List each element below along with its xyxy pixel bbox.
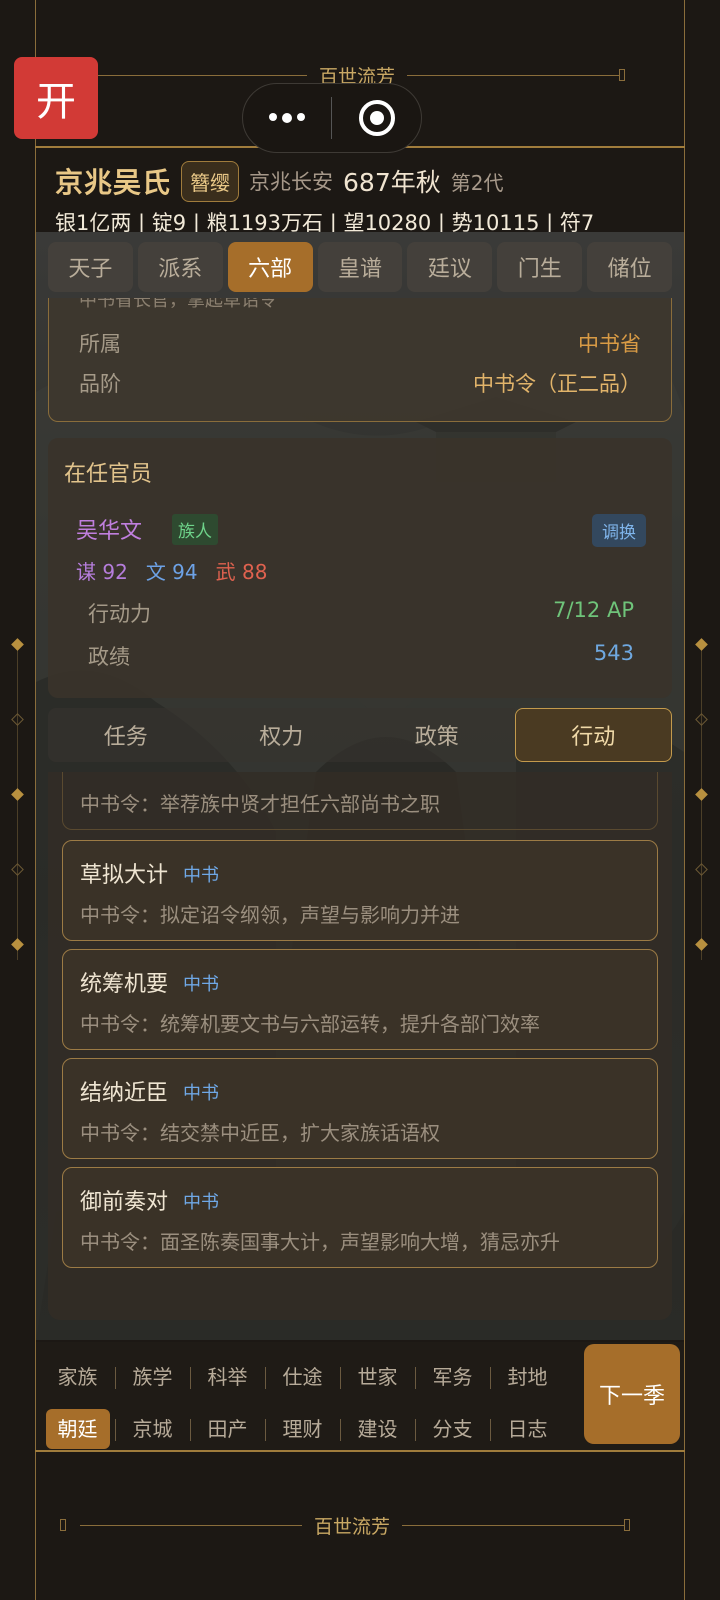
family-location: 京兆长安	[249, 170, 334, 194]
generation: 第2代	[450, 170, 504, 195]
court-tabs: 天子 派系 六部 皇谱 廷议 门生 储位	[48, 242, 673, 292]
martial-stat: 武 88	[215, 560, 268, 584]
nav-estates[interactable]: 田产	[190, 1413, 265, 1442]
official-name[interactable]: 吴华文	[76, 513, 142, 545]
action-description: 中书令：统筹机要文书与六部运转，提升各部门效率	[80, 1012, 540, 1036]
more-icon[interactable]	[243, 113, 331, 123]
bottom-title-bar: 百世流芳	[60, 1510, 631, 1540]
action-card[interactable]: 结纳近臣 中书 中书令：结交禁中近臣，扩大家族话语权	[62, 1058, 658, 1159]
nav-construction[interactable]: 建设	[340, 1413, 415, 1442]
official-stats: 谋 92 文 94 武 88	[76, 556, 267, 585]
nav-log[interactable]: 日志	[490, 1413, 565, 1442]
action-card[interactable]: 统筹机要 中书 中书令：统筹机要文书与六部运转，提升各部门效率	[62, 949, 658, 1050]
merit-row: 政绩 543	[88, 641, 634, 671]
family-rank-badge: 簪缨	[181, 160, 240, 202]
tab-mensheng[interactable]: 门生	[497, 242, 583, 292]
tab-tianzi[interactable]: 天子	[48, 242, 133, 292]
action-card[interactable]: 御前奏对 中书 中书令：面圣陈奏国事大计，声望影响大增，猜忌亦升	[62, 1167, 658, 1268]
action-card[interactable]: 草拟大计 中书 中书令：拟定诏令纲领，声望与影响力并进	[62, 840, 658, 941]
action-name: 统筹机要	[80, 972, 169, 997]
nav-exam[interactable]: 科举	[190, 1361, 265, 1390]
nav-clans[interactable]: 世家	[340, 1361, 415, 1390]
strategy-stat: 谋 92	[76, 560, 128, 584]
rank-label: 品阶	[79, 372, 121, 396]
nav-family[interactable]: 家族	[40, 1361, 115, 1390]
literary-stat: 文 94	[145, 560, 198, 584]
action-name: 结纳近臣	[80, 1081, 169, 1106]
action-points-row: 行动力 7/12 AP	[88, 598, 634, 628]
affiliation-label: 所属	[79, 332, 121, 356]
nav-fief[interactable]: 封地	[490, 1361, 565, 1390]
tab-tasks[interactable]: 任务	[48, 708, 204, 762]
action-points-label: 行动力	[88, 602, 151, 626]
office-rank-row: 品阶 中书令（正二品）	[79, 368, 641, 398]
left-ornament	[8, 638, 28, 960]
office-sub-tabs: 任务 权力 政策 行动	[48, 708, 672, 762]
official-card: 在任官员 吴华文 族人 调换 谋 92 文 94 武 88 行动力 7/12 A…	[48, 438, 672, 698]
action-description: 中书令：面圣陈奏国事大计，声望影响大增，猜忌亦升	[80, 1230, 560, 1254]
action-dept-tag: 中书	[183, 865, 219, 886]
action-dept-tag: 中书	[183, 974, 219, 995]
footer-divider	[35, 1450, 685, 1452]
nav-court-label: 朝廷	[45, 1408, 110, 1449]
game-date: 687年秋	[343, 168, 441, 197]
nav-finance[interactable]: 理财	[265, 1413, 340, 1442]
mini-program-capsule	[242, 83, 422, 153]
footer-title: 百世流芳	[314, 1515, 391, 1538]
rank-value: 中书令（正二品）	[473, 372, 641, 396]
action-description: 中书令：拟定诏令纲领，声望与影响力并进	[80, 903, 460, 927]
office-description: 中书省长官，掌起草诏令	[79, 298, 277, 311]
tab-policy[interactable]: 政策	[359, 708, 515, 762]
nav-clan-school[interactable]: 族学	[115, 1361, 190, 1390]
tab-paixi[interactable]: 派系	[137, 242, 223, 292]
nav-court[interactable]: 朝廷	[40, 1408, 115, 1449]
tab-huangpu[interactable]: 皇谱	[317, 242, 403, 292]
action-description: 中书令：结交禁中近臣，扩大家族话语权	[80, 1121, 440, 1145]
close-target-icon[interactable]	[332, 100, 421, 136]
clansman-tag: 族人	[172, 514, 218, 545]
official-section-title: 在任官员	[64, 462, 153, 487]
affiliation-value: 中书省	[578, 332, 641, 356]
nav-career[interactable]: 仕途	[265, 1361, 340, 1390]
tab-chuwei[interactable]: 储位	[587, 242, 673, 292]
tab-power[interactable]: 权力	[203, 708, 359, 762]
tab-actions[interactable]: 行动	[514, 708, 672, 762]
frame-right-line	[684, 0, 685, 1600]
action-card-partial[interactable]: 中书令：举荐族中贤才担任六部尚书之职	[62, 772, 658, 830]
action-list: 中书令：举荐族中贤才担任六部尚书之职 草拟大计 中书 中书令：拟定诏令纲领，声望…	[48, 772, 672, 1320]
action-dept-tag: 中书	[183, 1083, 219, 1104]
action-points-value: 7/12 AP	[553, 598, 634, 622]
action-name: 御前奏对	[80, 1190, 169, 1215]
nav-capital[interactable]: 京城	[115, 1413, 190, 1442]
action-name: 草拟大计	[80, 863, 169, 888]
tab-tingyi[interactable]: 廷议	[407, 242, 493, 292]
merit-label: 政绩	[88, 645, 130, 669]
family-header: 京兆吴氏 簪缨 京兆长安 687年秋 第2代	[55, 160, 670, 202]
nav-branches[interactable]: 分支	[415, 1413, 490, 1442]
bottom-navigation: 家族 族学 科举 仕途 世家 军务 封地 朝廷 京城 田产 理财 建设 分支 日…	[36, 1342, 684, 1452]
tab-liubu[interactable]: 六部	[227, 242, 313, 292]
right-ornament	[692, 638, 712, 960]
action-description: 中书令：举荐族中贤才担任六部尚书之职	[80, 792, 440, 816]
merit-value: 543	[593, 641, 634, 665]
court-panel: 天子 派系 六部 皇谱 廷议 门生 储位 中书省长官，掌起草诏令 所属 中书省 …	[36, 232, 684, 1340]
family-name: 京兆吴氏	[55, 166, 172, 199]
office-affiliation-row: 所属 中书省	[79, 328, 641, 358]
nav-row-2: 朝廷 京城 田产 理财 建设 分支 日志	[40, 1404, 570, 1450]
swap-official-button[interactable]: 调换	[592, 514, 646, 547]
next-season-button[interactable]: 下一季	[584, 1344, 680, 1444]
action-dept-tag: 中书	[183, 1192, 219, 1213]
office-info-card: 中书省长官，掌起草诏令 所属 中书省 品阶 中书令（正二品）	[48, 298, 672, 422]
nav-row-1: 家族 族学 科举 仕途 世家 军务 封地	[40, 1352, 570, 1398]
open-button[interactable]: 开	[14, 57, 98, 139]
nav-military[interactable]: 军务	[415, 1361, 490, 1390]
